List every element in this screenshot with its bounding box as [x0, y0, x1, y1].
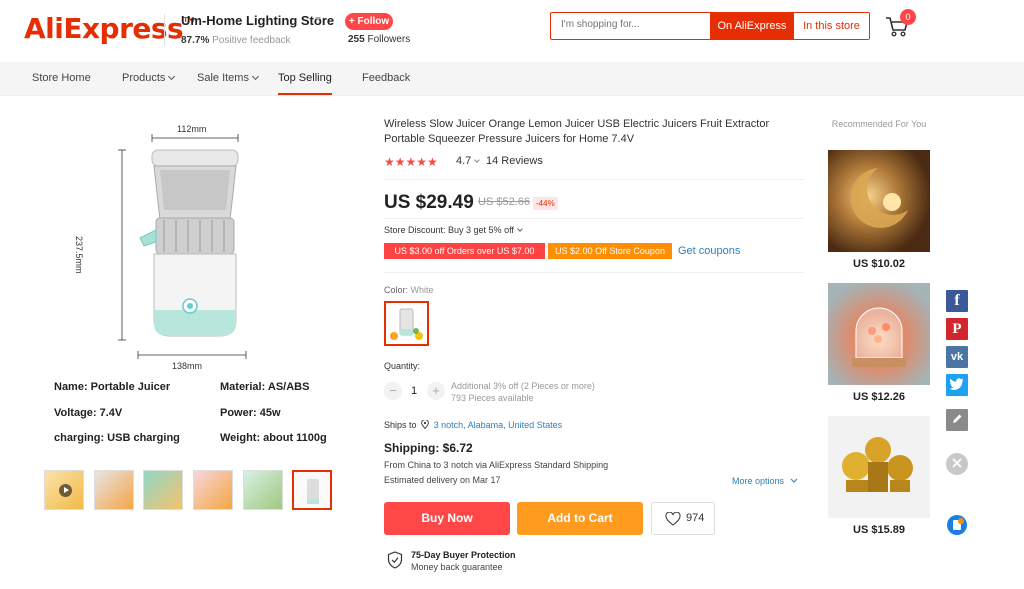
recommended-item-1-price[interactable]: US $10.02: [828, 258, 930, 270]
chevron-down-icon: [474, 157, 481, 163]
reviews-link[interactable]: 14 Reviews: [486, 155, 543, 167]
recommended-item-2-price[interactable]: US $12.26: [828, 391, 930, 403]
nav-feedback[interactable]: Feedback: [362, 72, 410, 84]
followers-count: 255 Followers: [348, 34, 411, 45]
moon-lamp-icon: [850, 168, 908, 228]
quantity-info: Additional 3% off (2 Pieces or more) 793 …: [451, 381, 595, 403]
aliexpress-logo[interactable]: AliExpressTM: [24, 12, 194, 45]
nav-active-indicator: [278, 93, 332, 95]
delivery-estimate: Estimated delivery on Mar 17: [384, 475, 501, 485]
coupon-store[interactable]: US $2.00 Off Store Coupon: [548, 243, 672, 259]
header: AliExpressTM Um-Home Lighting Store 87.7…: [0, 0, 1024, 62]
header-divider: [164, 14, 165, 46]
heart-icon: [665, 512, 681, 526]
recommended-item-2-image[interactable]: [828, 283, 930, 385]
spec-name: Name: Portable Juicer: [54, 381, 171, 393]
divider: [384, 272, 804, 273]
close-icon[interactable]: [946, 453, 968, 475]
quantity-value[interactable]: 1: [411, 385, 417, 397]
chevron-down-icon: [790, 478, 797, 483]
spec-charging: charging: USB charging: [54, 432, 180, 444]
more-options-link[interactable]: More options: [732, 476, 798, 486]
nav-sale-items[interactable]: Sale Items: [197, 72, 260, 84]
buyer-protection-subtitle: Money back guarantee: [411, 562, 503, 572]
thumbnail-5[interactable]: [243, 470, 283, 510]
search-store-button[interactable]: In this store: [794, 13, 869, 39]
quantity-label: Quantity:: [384, 361, 421, 371]
follow-button[interactable]: + Follow: [345, 13, 393, 30]
chevron-down-icon[interactable]: [315, 17, 321, 21]
dimension-bottom: 138mm: [172, 361, 203, 371]
vk-icon[interactable]: vk: [946, 346, 968, 368]
search-bar: On AliExpress In this store: [550, 12, 870, 40]
thumbnail-4[interactable]: [193, 470, 233, 510]
juicer-swatch-icon: [390, 308, 423, 340]
store-nav: Store Home Products Sale Items Top Selli…: [0, 62, 1024, 96]
dimension-side: 237.5mm: [74, 236, 84, 274]
buyer-protection-title: 75-Day Buyer Protection: [411, 550, 516, 560]
wishlist-button[interactable]: 974: [651, 502, 715, 535]
quantity-increase-button[interactable]: +: [427, 382, 445, 400]
spec-voltage: Voltage: 7.4V: [54, 407, 123, 419]
current-price: US $29.49: [384, 192, 474, 213]
shield-check-icon: [387, 551, 403, 569]
thumbnail-6[interactable]: [292, 470, 332, 510]
juicer-illustration: [118, 134, 247, 359]
location-icon: [421, 419, 429, 430]
color-label: Color: White: [384, 285, 434, 295]
product-title: Wireless Slow Juicer Orange Lemon Juicer…: [384, 118, 770, 145]
main-product-image[interactable]: 112mm 237.5mm 138mm: [40, 110, 340, 371]
thumbnail-1[interactable]: [44, 470, 84, 510]
gold-ball-icon: [842, 437, 913, 492]
search-aliexpress-button[interactable]: On AliExpress: [710, 13, 794, 39]
nav-top-selling[interactable]: Top Selling: [278, 72, 332, 84]
cart-count-badge: 0: [900, 9, 916, 25]
twitter-icon[interactable]: [946, 374, 968, 396]
rating-value[interactable]: 4.7: [456, 155, 481, 167]
chevron-down-icon: [251, 72, 260, 81]
thumbnail-2[interactable]: [94, 470, 134, 510]
recommended-item-1-image[interactable]: [828, 150, 930, 252]
ships-to-location-link[interactable]: 3 notch, Alabama, United States: [434, 420, 563, 430]
discount-badge: -44%: [533, 197, 558, 210]
spec-power: Power: 45w: [220, 407, 281, 419]
wishlist-count: 974: [686, 512, 705, 524]
original-price: US $52.66: [478, 196, 530, 208]
divider: [384, 218, 804, 219]
shipping-route: From China to 3 notch via AliExpress Sta…: [384, 460, 609, 470]
store-feedback: 87.7% Positive feedback: [181, 35, 291, 46]
get-coupons-link[interactable]: Get coupons: [678, 245, 740, 257]
thumbnail-3[interactable]: [143, 470, 183, 510]
pinterest-icon[interactable]: P: [946, 318, 968, 340]
color-option-white[interactable]: [384, 301, 429, 346]
store-name[interactable]: Um-Home Lighting Store: [181, 13, 334, 28]
spec-material: Material: AS/ABS: [220, 381, 310, 393]
edit-icon[interactable]: [946, 409, 968, 431]
nav-store-home[interactable]: Store Home: [32, 72, 91, 84]
nav-products[interactable]: Products: [122, 72, 176, 84]
store-discount[interactable]: Store Discount: Buy 3 get 5% off: [384, 225, 523, 235]
search-input[interactable]: [561, 19, 701, 30]
facebook-icon[interactable]: f: [946, 290, 968, 312]
shipping-price: Shipping: $6.72: [384, 441, 473, 455]
ships-to: Ships to 3 notch, Alabama, United States: [384, 419, 563, 430]
app-icon[interactable]: [946, 514, 968, 536]
play-icon: [59, 484, 72, 497]
recommended-item-3-image[interactable]: [828, 416, 930, 518]
spec-weight: Weight: about 1100g: [220, 432, 327, 444]
chevron-down-icon: [168, 72, 176, 81]
recommended-title: Recommended For You: [831, 119, 927, 129]
chevron-down-icon: [517, 226, 523, 232]
buy-now-button[interactable]: Buy Now: [384, 502, 510, 535]
quantity-decrease-button[interactable]: −: [384, 382, 402, 400]
dimension-top: 112mm: [177, 124, 207, 134]
star-rating-icon: ★★★★★: [384, 155, 438, 169]
coupon-orders-over[interactable]: US $3.00 off Orders over US $7.00: [384, 243, 545, 259]
divider: [384, 179, 804, 180]
recommended-item-3-price[interactable]: US $15.89: [828, 524, 930, 536]
add-to-cart-button[interactable]: Add to Cart: [517, 502, 643, 535]
twitter-bird-icon: [949, 378, 964, 390]
dome-lamp-icon: [852, 307, 906, 367]
